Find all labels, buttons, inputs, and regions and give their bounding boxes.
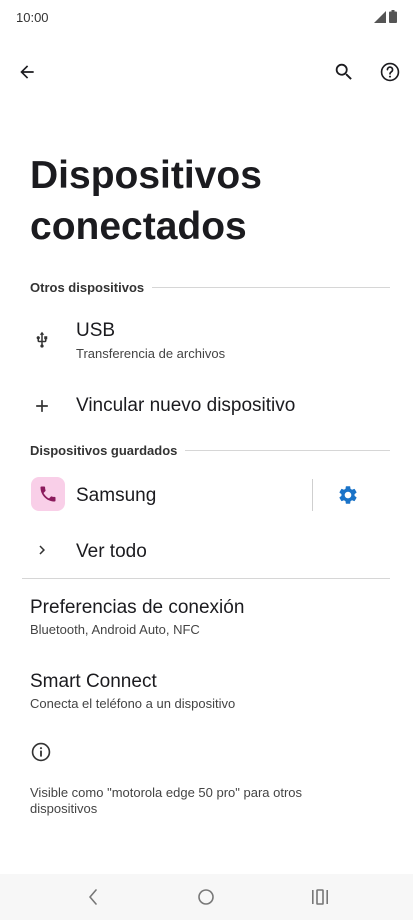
section-header-saved-devices: Dispositivos guardados [30,442,390,458]
nav-back-button[interactable] [78,884,108,910]
list-divider [22,578,390,579]
section-divider [185,449,390,451]
section-label: Otros dispositivos [30,279,145,295]
cell-signal-icon [374,10,386,23]
navigation-bar [0,874,413,920]
section-label: Dispositivos guardados [30,442,178,458]
search-button[interactable] [324,52,364,92]
top-app-bar [0,52,413,92]
back-button[interactable] [7,52,47,92]
arrow-back-icon [20,65,34,79]
vertical-divider [312,479,313,511]
pair-new-device-label: Vincular nuevo dispositivo [76,395,296,416]
battery-icon [389,10,397,23]
gear-icon [339,486,357,504]
device-settings-button[interactable] [328,475,368,515]
status-time: 10:00 [16,10,49,25]
smart-connect-title: Smart Connect [30,671,157,692]
nav-recents-icon [312,889,328,905]
usb-title: USB [76,320,116,341]
nav-home-button[interactable] [191,884,221,910]
connection-preferences-subtitle: Bluetooth, Android Auto, NFC [30,622,200,637]
help-icon [380,62,400,82]
saved-device-name: Samsung [76,485,157,506]
nav-back-icon [89,889,97,905]
help-button[interactable] [370,52,410,92]
pair-new-device-row[interactable]: Vincular nuevo dispositivo [0,386,413,426]
info-icon [30,741,54,765]
search-icon [335,63,352,80]
add-icon [28,392,56,420]
visible-as-text: Visible como "motorola edge 50 pro" para… [30,785,303,816]
smart-connect-row[interactable]: Smart Connect Conecta el teléfono a un d… [0,664,413,720]
connection-preferences-row[interactable]: Preferencias de conexión Bluetooth, Andr… [0,590,413,646]
see-all-label: Ver todo [76,541,147,562]
usb-icon [28,326,56,354]
page-title: Dispositivos conectados [30,154,262,248]
usb-subtitle: Transferencia de archivos [76,346,226,361]
see-all-row[interactable]: Ver todo [0,532,413,572]
nav-home-icon [198,889,214,905]
smart-connect-subtitle: Conecta el teléfono a un dispositivo [30,696,236,711]
status-bar: 10:00 [0,0,413,36]
status-icons [374,10,397,23]
connection-preferences-title: Preferencias de conexión [30,597,245,618]
section-header-other-devices: Otros dispositivos [30,279,390,295]
nav-recents-button[interactable] [305,884,335,910]
chevron-right-icon [28,536,56,564]
phone-icon [31,477,65,511]
section-divider [152,286,390,288]
usb-row[interactable]: USB Transferencia de archivos [0,312,413,370]
